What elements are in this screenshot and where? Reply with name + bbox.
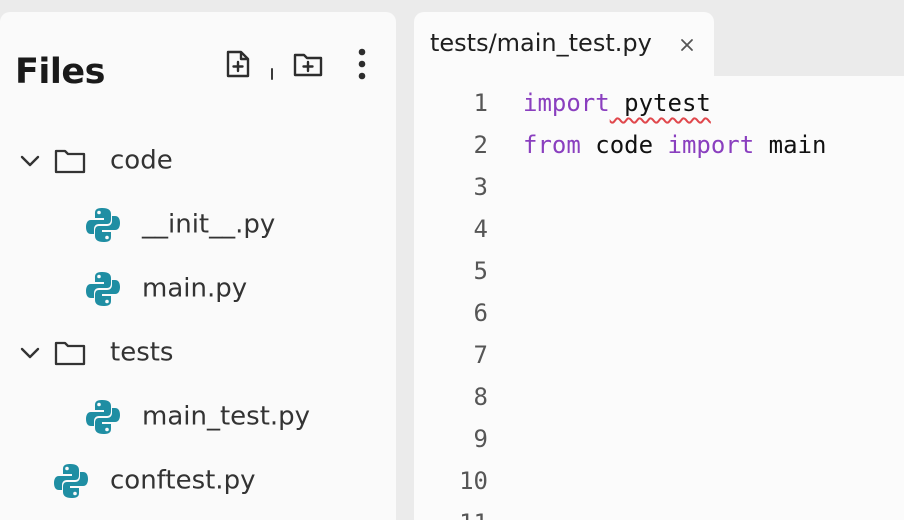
code-line-1: import pytest (523, 82, 903, 124)
folder-icon (54, 148, 86, 174)
file-plus-icon (225, 49, 251, 83)
python-icon (84, 398, 122, 436)
editor-tab[interactable]: tests/main_test.py (414, 12, 714, 78)
app-window: Files code __init__.py main.py tests mai… (0, 0, 904, 520)
chevron-down-icon[interactable] (20, 155, 40, 167)
files-panel: Files code __init__.py main.py tests mai… (0, 12, 396, 520)
chevron-down-icon[interactable] (20, 347, 40, 359)
tree-item-label: main.py (142, 273, 248, 304)
tree-file-init-py[interactable]: __init__.py (0, 200, 396, 250)
tree-folder-tests[interactable]: tests (0, 328, 396, 378)
python-icon (84, 206, 122, 244)
code-token: code (580, 131, 668, 159)
code-token: main (754, 131, 827, 159)
editor-tab-label: tests/main_test.py (430, 29, 652, 57)
line-number: 8 (473, 383, 488, 411)
code-keyword: import (523, 89, 610, 117)
header-divider (271, 68, 273, 80)
tree-item-label: code (110, 145, 173, 176)
python-icon (52, 462, 90, 500)
code-content[interactable]: import pytest from code import main (523, 82, 903, 166)
tree-item-label: conftest.py (110, 465, 256, 496)
line-number: 9 (473, 425, 488, 453)
tree-item-label: __init__.py (142, 209, 276, 240)
more-options-button[interactable] (344, 48, 380, 84)
line-number: 10 (459, 467, 488, 495)
tree-file-main-py[interactable]: main.py (0, 264, 396, 314)
line-number: 2 (473, 131, 488, 159)
line-number: 3 (473, 173, 488, 201)
code-line-2: from code import main (523, 124, 903, 166)
new-file-button[interactable] (220, 48, 256, 84)
folder-plus-icon (292, 50, 324, 82)
tree-item-label: tests (110, 337, 174, 368)
python-icon (84, 270, 122, 308)
tree-file-conftest-py[interactable]: conftest.py (0, 456, 396, 506)
tree-item-label: main_test.py (142, 401, 311, 432)
line-number: 1 (473, 89, 488, 117)
line-number: 4 (473, 215, 488, 243)
code-token-unresolved: pytest (609, 89, 711, 117)
line-number-gutter: 1 2 3 4 5 6 7 8 9 10 11 (414, 82, 490, 520)
tree-file-main-test-py[interactable]: main_test.py (0, 392, 396, 442)
code-keyword: import (667, 131, 755, 159)
tree-folder-code[interactable]: code (0, 136, 396, 186)
line-number: 7 (473, 341, 488, 369)
files-panel-title: Files (15, 52, 105, 92)
line-number: 6 (473, 299, 488, 327)
close-icon[interactable] (676, 34, 698, 56)
folder-icon (54, 340, 86, 366)
new-folder-button[interactable] (290, 48, 326, 84)
line-number: 11 (414, 502, 490, 520)
more-vertical-icon (357, 48, 367, 84)
code-keyword: from (523, 131, 581, 159)
line-number: 5 (473, 257, 488, 285)
